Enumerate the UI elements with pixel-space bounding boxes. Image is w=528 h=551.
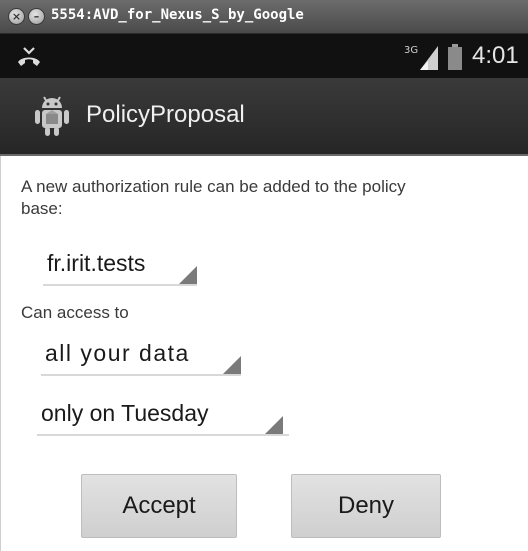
window-title: 5554:AVD_for_Nexus_S_by_Google	[51, 7, 304, 23]
window-title-bar[interactable]: × – 5554:AVD_for_Nexus_S_by_Google	[0, 0, 528, 34]
signal-icon: 3G	[404, 45, 438, 70]
android-robot-icon	[35, 96, 69, 136]
android-status-bar[interactable]: 3G 4:01	[0, 34, 528, 78]
application-spinner-value: fr.irit.tests	[47, 250, 146, 276]
can-access-label: Can access to	[21, 303, 129, 322]
intro-text: A new authorization rule can be added to…	[21, 177, 406, 218]
network-type-label: 3G	[404, 45, 418, 56]
spinner-dropdown-icon	[179, 266, 197, 284]
spinner-dropdown-icon	[223, 356, 241, 374]
spinner-underline	[37, 434, 289, 436]
time-condition-spinner[interactable]: only on Tuesday	[37, 398, 289, 436]
app-action-bar: PolicyProposal	[0, 78, 528, 156]
data-scope-spinner[interactable]: all your data	[41, 338, 241, 376]
spinner-dropdown-icon	[265, 416, 283, 434]
data-scope-spinner-value: all your data	[45, 340, 190, 366]
accept-button[interactable]: Accept	[81, 474, 237, 538]
status-clock: 4:01	[472, 42, 519, 69]
missed-call-icon	[18, 47, 40, 66]
deny-button[interactable]: Deny	[291, 474, 441, 538]
window-close-button[interactable]: ×	[8, 8, 25, 25]
spinner-underline	[41, 374, 241, 376]
time-condition-spinner-value: only on Tuesday	[41, 400, 209, 426]
battery-icon	[448, 44, 462, 70]
spinner-underline	[43, 284, 197, 286]
app-title: PolicyProposal	[86, 101, 245, 128]
application-spinner[interactable]: fr.irit.tests	[43, 248, 197, 286]
policy-proposal-content: A new authorization rule can be added to…	[0, 156, 528, 551]
window-minimize-button[interactable]: –	[28, 8, 45, 25]
emulator-window: × – 5554:AVD_for_Nexus_S_by_Google 3G 4:…	[0, 0, 528, 551]
